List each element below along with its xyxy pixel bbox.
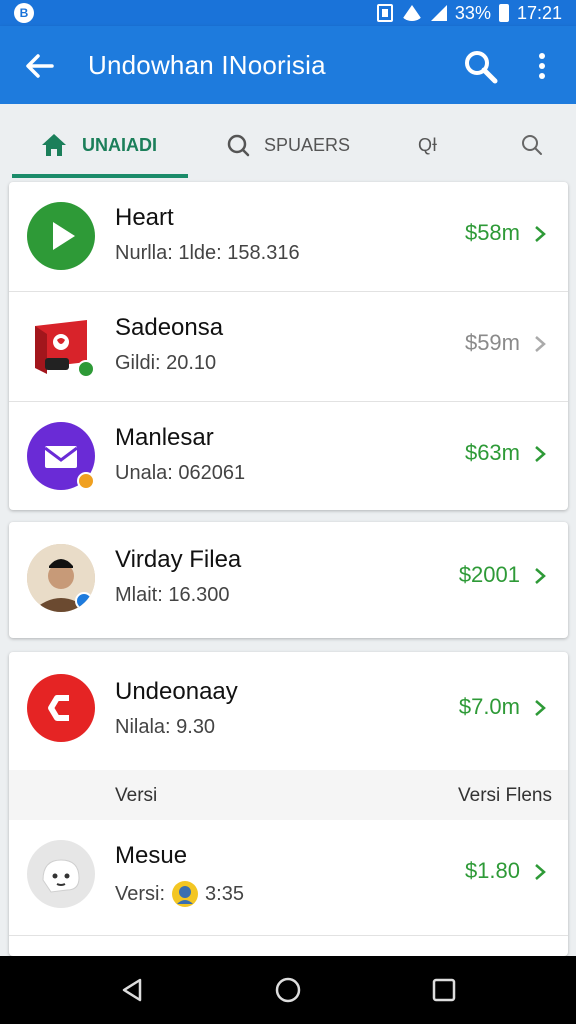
item-name: Undeonaay	[115, 678, 238, 705]
brand-c-icon	[48, 695, 69, 721]
list-item[interactable]: Virday Filea Mlait: 16.300 $2001	[9, 524, 568, 634]
item-subtitle-row: Versi: 3:35	[115, 880, 244, 908]
tab-label: QƗ	[418, 134, 438, 155]
item-price: $63m	[464, 440, 520, 465]
tab-bar: UNAIADI SPUAERS QƗ	[0, 104, 576, 178]
item-price: $59m	[464, 330, 520, 355]
item-subtitle: Nurlla: 1lde: 158.316	[115, 242, 300, 264]
back-nav-icon[interactable]	[118, 976, 146, 1004]
back-arrow-icon[interactable]	[22, 48, 58, 84]
item-name: Sadeonsa	[115, 314, 224, 341]
recents-nav-icon[interactable]	[430, 976, 458, 1004]
list-card: Virday Filea Mlait: 16.300 $2001	[9, 522, 568, 638]
section-label: Versi	[115, 785, 158, 806]
battery-text: 33%	[454, 2, 491, 23]
sim-icon	[376, 4, 393, 22]
item-subtitle: Unala: 062061	[115, 462, 246, 484]
wifi-icon	[400, 5, 423, 21]
page-title: Undowhan INoorisia	[88, 50, 326, 80]
item-time: 3:35	[205, 882, 244, 905]
ghost-icon	[42, 859, 80, 893]
tab-label: UNAIADI	[82, 134, 157, 155]
chevron-right-icon	[535, 446, 546, 462]
section-header: Versi Versi Flens	[9, 770, 568, 820]
play-icon	[53, 222, 75, 250]
tab-label: SPUAERS	[264, 134, 351, 155]
battery-icon	[498, 4, 509, 22]
search-icon	[522, 135, 542, 155]
home-icon	[42, 134, 66, 156]
app-icon	[27, 312, 95, 380]
list-item[interactable]: Heart Nurlla: 1lde: 158.316 $58m	[9, 182, 568, 292]
badge-icon	[77, 360, 95, 378]
app-icon	[27, 422, 95, 490]
item-name: Mesue	[115, 842, 188, 869]
tab-home[interactable]: UNAIADI	[40, 130, 157, 160]
chevron-right-icon	[535, 700, 546, 716]
status-right: 33% 17:21	[376, 2, 562, 23]
list-card: Undeonaay Nilala: 9.30 $7.0m Versi Versi…	[9, 652, 568, 956]
list-item[interactable]: Mesue Versi: 3:35 $1.80	[9, 820, 568, 936]
item-name: Virday Filea	[115, 546, 242, 573]
item-price: $58m	[464, 220, 520, 245]
avatar	[27, 544, 95, 612]
badge-icon	[77, 472, 95, 490]
item-subtitle: Gildi: 20.10	[115, 352, 217, 374]
search-icon[interactable]	[462, 48, 500, 86]
section-label-right: Versi Flens	[458, 785, 552, 806]
item-price: $1.80	[464, 858, 520, 883]
tab-search[interactable]: SPUAERS	[226, 130, 350, 160]
app-icon	[27, 202, 95, 270]
item-price: $7.0m	[458, 694, 520, 719]
chevron-right-icon	[535, 568, 546, 584]
item-subtitle: Nilala: 9.30	[115, 716, 216, 738]
clock: 17:21	[516, 2, 562, 23]
item-subtitle: Mlait: 16.300	[115, 584, 230, 606]
tab-third[interactable]: QƗ	[418, 130, 437, 160]
system-nav-bar	[0, 956, 576, 1024]
list-card: Heart Nurlla: 1lde: 158.316 $58m Sadeons…	[9, 182, 568, 510]
status-bar: B 33% 17:21	[0, 0, 576, 26]
signal-icon	[430, 5, 447, 21]
search-icon	[227, 134, 250, 157]
app-bar: Undowhan INoorisia	[0, 26, 576, 104]
mini-avatar	[172, 881, 199, 907]
chevron-right-icon	[535, 226, 546, 242]
list-item[interactable]: Manlesar Unala: 062061 $63m	[9, 402, 568, 512]
more-options-icon[interactable]	[526, 50, 558, 82]
tab-fourth[interactable]	[520, 130, 544, 160]
badge-icon	[75, 592, 93, 610]
item-name: Manlesar	[115, 424, 214, 451]
home-nav-icon[interactable]	[274, 976, 302, 1004]
chevron-right-icon	[535, 864, 546, 880]
list-item[interactable]: Sadeonsa Gildi: 20.10 $59m	[9, 292, 568, 402]
app-icon	[27, 840, 95, 908]
list-item[interactable]: Undeonaay Nilala: 9.30 $7.0m	[9, 652, 568, 770]
app-icon	[27, 674, 95, 742]
active-tab-indicator	[12, 174, 188, 178]
item-name: Heart	[115, 204, 174, 231]
notification-icon: B	[14, 3, 34, 23]
item-subtitle: Versi:	[115, 882, 166, 905]
item-price: $2001	[458, 562, 520, 587]
chevron-right-icon	[535, 336, 546, 352]
